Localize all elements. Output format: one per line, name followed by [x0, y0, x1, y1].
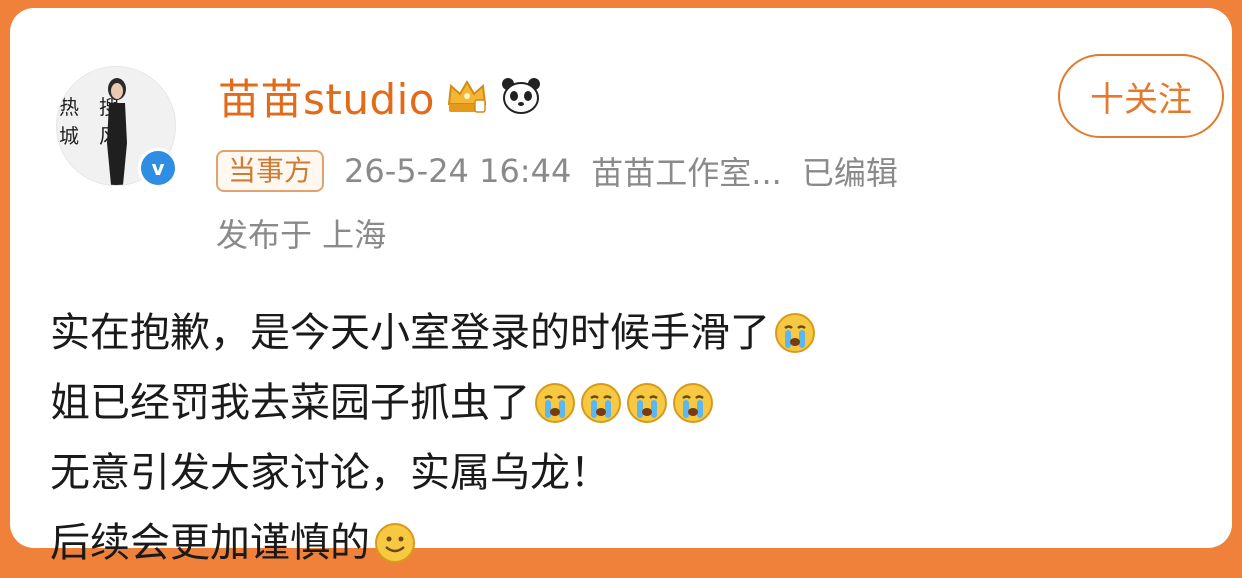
- weibo-post-card: 热搜城风 v 苗苗studio 十关注 当事方 26-5-24 16:44 苗苗…: [10, 8, 1232, 566]
- author-name[interactable]: 苗苗studio: [218, 66, 435, 127]
- avatar-figure: [107, 78, 127, 185]
- party-tag: 当事方: [216, 150, 325, 192]
- post-line-text: 无意引发大家讨论，实属乌龙！: [50, 450, 610, 496]
- crying-emoji-icon: [673, 383, 713, 423]
- post-meta: 当事方 26-5-24 16:44 苗苗工作室... 已编辑: [216, 148, 898, 194]
- verified-icon: v: [138, 148, 178, 188]
- post-content: 实在抱歉，是今天小室登录的时候手滑了 姐已经罚我去菜园子抓虫了 无意引发大家讨论…: [50, 298, 1230, 578]
- smile-emoji-icon: [375, 523, 415, 563]
- crying-emoji-icon: [535, 383, 575, 423]
- post-line: 无意引发大家讨论，实属乌龙！: [50, 438, 1230, 508]
- post-line: 姐已经罚我去菜园子抓虫了: [50, 368, 1230, 438]
- post-location: 发布于 上海: [216, 216, 387, 254]
- crying-emoji-icon: [627, 383, 667, 423]
- post-line-text: 后续会更加谨慎的: [50, 520, 370, 566]
- crying-emoji-icon: [775, 313, 815, 353]
- post-line: 后续会更加谨慎的: [50, 508, 1230, 578]
- crying-emoji-icon: [581, 383, 621, 423]
- author-row: 苗苗studio: [218, 68, 543, 124]
- post-line: 实在抱歉，是今天小室登录的时候手滑了: [50, 298, 1230, 368]
- post-source[interactable]: 苗苗工作室...: [591, 148, 782, 194]
- crown-badge-icon[interactable]: [445, 74, 489, 118]
- follow-button[interactable]: 十关注: [1058, 54, 1224, 138]
- edited-label[interactable]: 已编辑: [802, 148, 898, 194]
- post-line-text: 实在抱歉，是今天小室登录的时候手滑了: [50, 310, 770, 356]
- post-line-text: 姐已经罚我去菜园子抓虫了: [50, 380, 530, 426]
- post-timestamp: 26-5-24 16:44: [344, 152, 572, 190]
- panda-icon[interactable]: [499, 74, 543, 118]
